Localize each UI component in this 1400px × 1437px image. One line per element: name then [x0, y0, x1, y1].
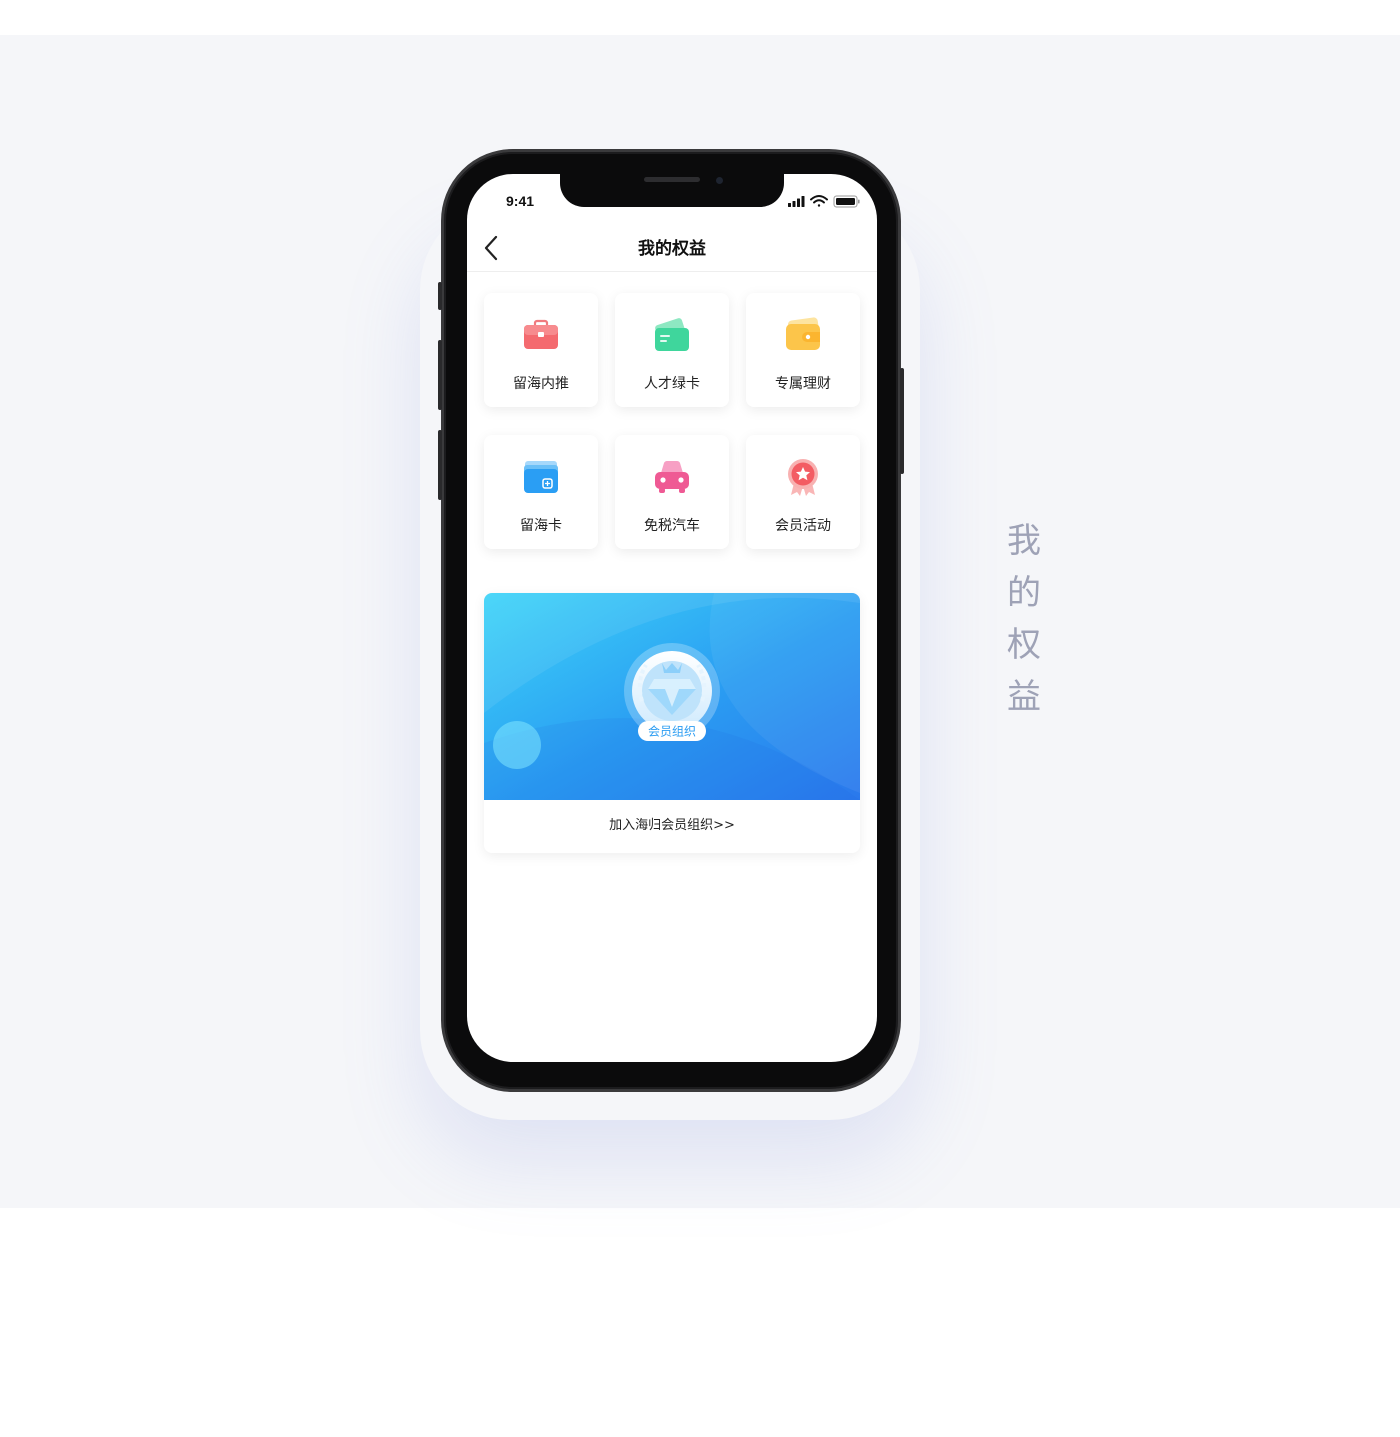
volume-down-button	[438, 430, 442, 500]
member-org-banner: 会员组织	[484, 593, 860, 800]
tile-label: 人才绿卡	[644, 376, 700, 392]
tile-label: 专属理财	[775, 376, 831, 392]
speaker	[644, 177, 700, 182]
power-button	[900, 368, 904, 474]
front-camera	[716, 177, 723, 184]
silent-switch	[438, 282, 442, 310]
tile-liuhai-referral[interactable]: 留海内推	[484, 293, 598, 407]
briefcase-icon	[524, 319, 558, 349]
tile-exclusive-finance[interactable]: 专属理财	[746, 293, 860, 407]
back-icon[interactable]	[483, 234, 503, 262]
volume-up-button	[438, 340, 442, 410]
tile-duty-free-car[interactable]: 免税汽车	[615, 435, 729, 549]
tile-label: 留海卡	[520, 518, 562, 534]
member-org-card[interactable]: 会员组织 加入海归会员组织>>	[484, 593, 860, 853]
status-time: 9:41	[506, 193, 535, 209]
side-title: 我 的 权 益	[1000, 515, 1048, 723]
side-title-char: 我	[1007, 521, 1041, 561]
tile-liuhai-card[interactable]: 留海卡	[484, 435, 598, 549]
member-badge-text: 会员组织	[648, 725, 696, 739]
car-icon	[655, 461, 689, 493]
side-title-char: 的	[1007, 573, 1041, 613]
tile-talent-card[interactable]: 人才绿卡	[615, 293, 729, 407]
signal-icon	[788, 196, 805, 207]
cards-icon	[524, 461, 558, 493]
page-title: 我的权益	[638, 239, 706, 259]
status-icons	[788, 195, 860, 208]
card-icon	[655, 318, 689, 351]
join-member-org-link[interactable]: 加入海归会员组织>>	[484, 814, 860, 833]
tile-label: 会员活动	[775, 518, 831, 534]
side-title-char: 益	[1007, 677, 1041, 717]
tile-member-activity[interactable]: 会员活动	[746, 435, 860, 549]
medal-icon	[788, 459, 818, 496]
wallet-icon	[786, 317, 820, 350]
battery-icon	[833, 195, 860, 208]
wifi-icon	[810, 195, 828, 207]
tile-label: 免税汽车	[644, 518, 700, 534]
side-title-char: 权	[1007, 625, 1041, 665]
tile-label: 留海内推	[513, 376, 569, 392]
